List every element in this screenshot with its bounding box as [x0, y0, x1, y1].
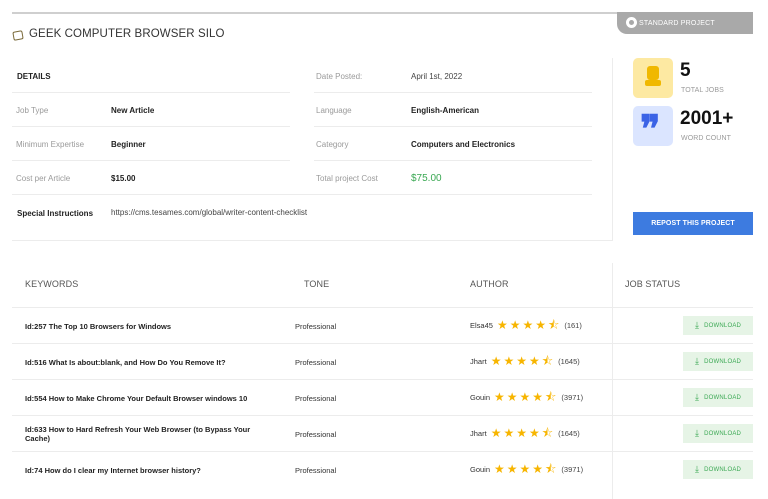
- divider: [314, 92, 592, 93]
- word-count-label: WORD COUNT: [681, 135, 731, 142]
- divider: [12, 160, 290, 161]
- divider: [12, 343, 753, 344]
- rating-count: (1645): [558, 428, 580, 438]
- keywords-header: KEYWORDS: [25, 279, 79, 289]
- details-heading: DETAILS: [17, 72, 51, 81]
- job-status-header: JOB STATUS: [625, 279, 681, 289]
- word-count-value: 2001+: [680, 108, 734, 129]
- job-type-label: Job Type: [16, 106, 49, 115]
- download-icon: ⤓: [694, 320, 700, 330]
- keyword-cell: Id:554 How to Make Chrome Your Default B…: [25, 394, 248, 403]
- rating-count: (161): [564, 320, 582, 330]
- special-instructions-value: https://cms.tesames.com/global/writer-co…: [111, 208, 308, 217]
- tone-cell: Professional: [295, 358, 337, 367]
- download-label: DOWNLOAD: [704, 322, 742, 329]
- tone-cell: Professional: [295, 430, 337, 439]
- tone-cell: Professional: [295, 322, 337, 331]
- language-label: Language: [316, 106, 352, 115]
- language-value: English-American: [411, 106, 480, 115]
- star-rating-icon: ★★★★⯪: [494, 390, 559, 404]
- author-header: AUTHOR: [470, 279, 509, 289]
- rating-count: (3971): [561, 464, 584, 474]
- rating-count: (1645): [558, 356, 580, 366]
- standard-project-badge: STANDARD PROJECT: [617, 12, 753, 34]
- repost-project-button[interactable]: REPOST THIS PROJECT: [633, 212, 753, 235]
- author-name[interactable]: Jhart: [470, 357, 487, 366]
- author-name[interactable]: Jhart: [470, 429, 487, 438]
- author-name[interactable]: Gouin: [470, 465, 490, 474]
- divider: [12, 415, 753, 416]
- divider: [12, 379, 753, 380]
- project-title-text: GEEK COMPUTER BROWSER SILO: [29, 28, 225, 40]
- quote-icon: ❞: [633, 106, 673, 148]
- special-instructions-label: Special Instructions: [17, 209, 94, 218]
- star-rating-icon: ★★★★⯪: [490, 426, 556, 440]
- expertise-label: Minimum Expertise: [16, 140, 85, 149]
- author-name[interactable]: Elsa45: [470, 321, 493, 330]
- author-cell: Gouin ★★★★⯪ (3971): [470, 390, 584, 404]
- divider: [12, 126, 290, 127]
- star-rating-icon: ★★★★⯪: [496, 318, 562, 332]
- jobs-icon: [633, 58, 673, 98]
- date-posted-value: April 1st, 2022: [411, 72, 463, 81]
- category-label: Category: [316, 140, 349, 149]
- date-posted-label: Date Posted:: [316, 72, 363, 81]
- tone-header: TONE: [304, 279, 330, 289]
- vertical-divider: [612, 58, 613, 241]
- download-icon: ⤓: [694, 428, 700, 438]
- cost-per-article-value: $15.00: [111, 174, 136, 183]
- expertise-value: Beginner: [111, 140, 146, 149]
- author-cell: Jhart ★★★★⯪ (1645): [470, 354, 580, 368]
- divider: [12, 194, 592, 195]
- category-value: Computers and Electronics: [411, 140, 516, 149]
- divider: [12, 240, 612, 241]
- star-rating-icon: ★★★★⯪: [490, 354, 556, 368]
- tone-cell: Professional: [295, 394, 337, 403]
- total-jobs-value: 5: [680, 60, 691, 81]
- download-button[interactable]: ⤓ DOWNLOAD: [683, 460, 753, 479]
- divider: [12, 92, 290, 93]
- download-button[interactable]: ⤓ DOWNLOAD: [683, 388, 753, 407]
- download-icon: ⤓: [694, 464, 700, 474]
- download-button[interactable]: ⤓ DOWNLOAD: [683, 316, 753, 335]
- download-label: DOWNLOAD: [704, 358, 742, 365]
- download-label: DOWNLOAD: [704, 430, 742, 437]
- author-cell: Elsa45 ★★★★⯪ (161): [470, 318, 582, 332]
- author-cell: Jhart ★★★★⯪ (1645): [470, 426, 580, 440]
- download-button[interactable]: ⤓ DOWNLOAD: [683, 352, 753, 371]
- total-cost-value: $75.00: [411, 173, 442, 184]
- download-label: DOWNLOAD: [704, 394, 742, 401]
- cost-per-article-label: Cost per Article: [16, 174, 71, 183]
- star-rating-icon: ★★★★⯪: [494, 462, 559, 476]
- total-jobs-label: TOTAL JOBS: [681, 87, 724, 94]
- divider: [12, 451, 753, 452]
- download-button[interactable]: ⤓ DOWNLOAD: [683, 424, 753, 443]
- rating-count: (3971): [561, 392, 584, 402]
- divider: [12, 307, 753, 308]
- divider: [314, 126, 592, 127]
- job-type-value: New Article: [111, 106, 155, 115]
- author-name[interactable]: Gouin: [470, 393, 490, 402]
- divider: [314, 160, 592, 161]
- tag-icon: [12, 29, 23, 40]
- tone-cell: Professional: [295, 466, 337, 475]
- total-cost-label: Total project Cost: [316, 174, 378, 183]
- vertical-divider: [612, 263, 613, 499]
- chat-bubble-icon: [626, 17, 637, 28]
- download-icon: ⤓: [694, 392, 700, 402]
- download-icon: ⤓: [694, 356, 700, 366]
- author-cell: Gouin ★★★★⯪ (3971): [470, 462, 584, 476]
- download-label: DOWNLOAD: [704, 466, 742, 473]
- keyword-cell: Id:516 What Is about:blank, and How Do Y…: [25, 358, 226, 367]
- keyword-cell: Id:257 The Top 10 Browsers for Windows: [25, 322, 172, 331]
- project-title: GEEK COMPUTER BROWSER SILO: [12, 28, 225, 40]
- keyword-cell: Id:74 How do I clear my Internet browser…: [25, 466, 201, 475]
- keyword-cell: Id:633 How to Hard Refresh Your Web Brow…: [25, 425, 251, 443]
- badge-label: STANDARD PROJECT: [639, 19, 715, 27]
